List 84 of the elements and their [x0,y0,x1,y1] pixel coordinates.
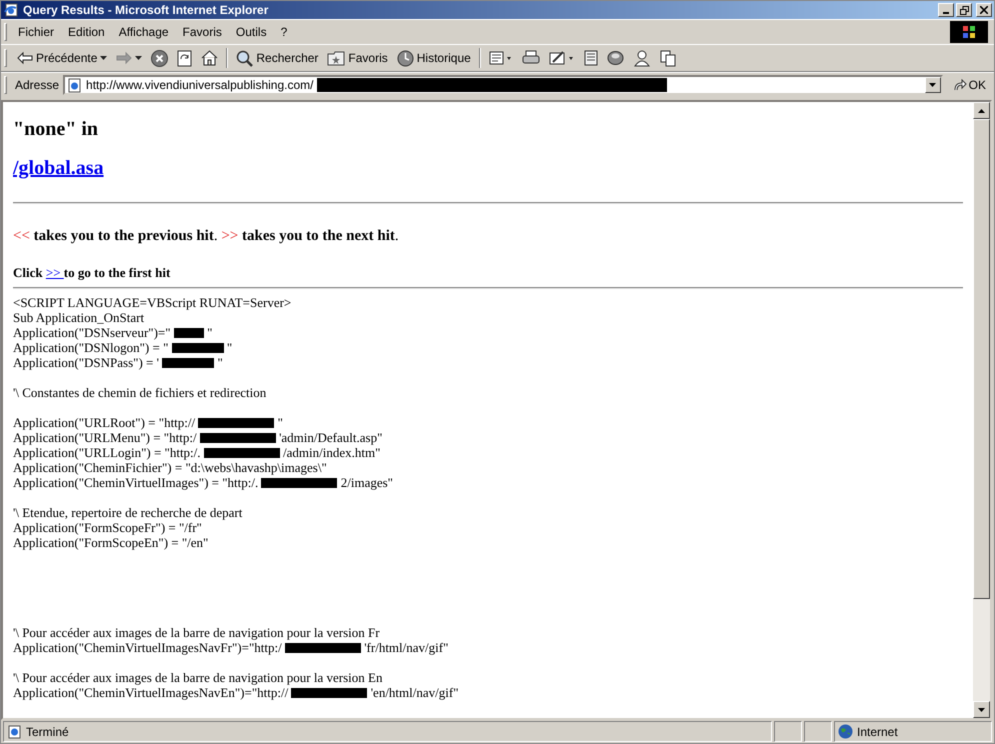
globe-icon [606,50,624,66]
code-text: " [216,355,223,370]
go-button[interactable]: OK [946,78,994,92]
code-text: 'fr/html/nav/gif" [363,640,448,655]
windows-flag-logo [950,21,988,43]
code-text: /admin/index.htm" [282,445,380,460]
ie-page-icon [3,3,19,17]
close-icon [980,6,988,14]
code-text: Application("URLMenu") = "http:/ [13,430,198,445]
address-label: Adresse [15,78,60,92]
folder-star-icon [327,50,346,66]
code-text: Application("DSNPass") = ' [13,355,160,370]
dropdown-button[interactable] [924,77,941,93]
redaction-bar [174,328,204,338]
scrollbar[interactable] [973,102,990,718]
restore-icon [960,6,968,14]
caret-icon [100,56,108,60]
menu-item[interactable]: Affichage [112,23,176,41]
caret-icon [135,56,142,60]
close-button[interactable] [976,3,992,17]
edit-icon [548,50,575,66]
page-heading: "none" in [13,118,100,141]
search-icon [236,50,254,66]
mail-icon [488,50,513,66]
scroll-up-icon [978,108,985,112]
search-button[interactable]: Rechercher [233,48,322,68]
scroll-down-icon [978,708,985,712]
forward-arrow-icon [116,51,132,65]
globe-icon [838,724,853,739]
favorites-button[interactable]: Favoris [324,48,391,68]
code-text: Application("URLLogin") = "http:/. [13,445,202,460]
go-arrow-icon [952,79,967,91]
back-button[interactable]: Précédente [14,49,110,67]
redaction-bar [172,342,224,352]
code-text: 'en/html/nav/gif" [370,685,459,700]
ie-page-icon [7,724,22,738]
code-text: Sub Application_OnStart [13,310,144,325]
status-text: Terminé [26,724,69,738]
code-text: '\ Pour accéder aux images de la barre de navigation pour la version En [13,670,382,685]
code-text: 2/images" [340,475,393,490]
code-text: Application("DSNlogon") = " [13,340,170,355]
menu-item[interactable]: Outils [228,23,274,41]
code-text: " [226,340,232,355]
address-field[interactable]: http://www.vivendiuniversalpublishing.com/ [63,75,943,95]
menu-item[interactable]: Favoris [176,23,229,41]
refresh-icon [177,50,192,66]
redaction-bar [162,358,214,368]
globe-clock-icon [396,50,414,66]
menu-item[interactable]: Fichier [11,23,62,41]
first-hit-text: Click >> to go to the first hit [13,265,172,281]
first-hit-link[interactable]: >> [46,265,64,280]
code-text: " [206,325,212,340]
code-text: 'admin/Default.asp" [278,430,382,445]
code-text: '\ Etendue, repertoire de recherche de depart [13,505,242,520]
copy-icon [660,50,677,66]
back-arrow-icon [17,51,33,65]
code-text: '\ Pour accéder aux images de la barre de navigation pour la version Fr [13,625,380,640]
code-text: Application("DSNserveur")=" [13,325,172,340]
code-text: Application("FormScopeFr") = "/fr" [13,520,202,535]
code-text: Application("CheminVirtuelImagesNavEn")="http:// [13,685,290,700]
code-text: Application("CheminFichier") = "d:\webs\havashp\images\" [13,460,327,475]
navigation-help-text: << takes you to the previous hit. >> takes you to the next hit. [13,228,400,245]
restore-button[interactable] [956,3,972,17]
code-text: Application("CheminVirtuelImagesNavFr")="http:/ [13,640,283,655]
ie-page-icon [67,78,82,92]
code-text: '\ Constantes de chemin de fichiers et redirection [13,385,266,400]
window-title: Query Results - Microsoft Internet Explorer [23,3,270,17]
menu-item[interactable]: Edition [61,23,112,41]
menu-item[interactable]: ? [274,23,294,41]
code-text: " [276,415,283,430]
document-icon [584,50,598,66]
caret-icon [929,83,936,87]
code-text: Application("CheminVirtuelImages") = "http:/. [13,475,260,490]
code-text: Application("URLRoot") = "http:// [13,415,196,430]
history-button[interactable]: Historique [394,48,474,68]
file-link[interactable]: /global.asa [13,157,104,180]
code-text: <SCRIPT LANGUAGE=VBScript RUNAT=Server> [13,295,292,310]
zone-text: Internet [857,724,898,738]
people-icon [632,50,651,66]
printer-icon [522,50,540,66]
code-text: Application("FormScopeEn") = "/en" [13,535,208,550]
home-icon [201,50,218,66]
minimize-button[interactable] [938,3,954,17]
stop-icon [151,50,168,66]
